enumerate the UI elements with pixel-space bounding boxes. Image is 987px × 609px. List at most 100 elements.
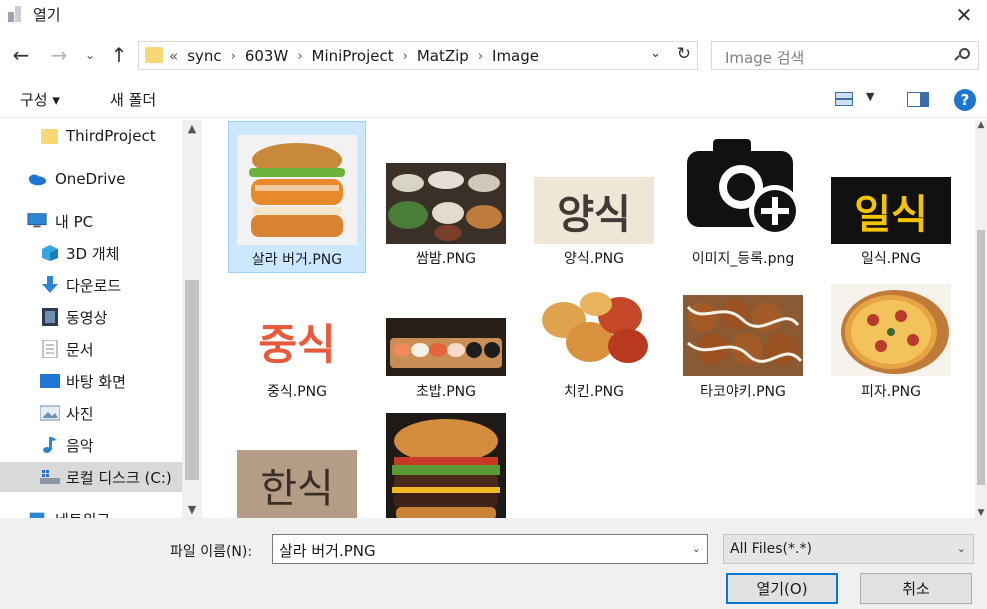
sidebar-item-documents[interactable]: 문서 bbox=[0, 334, 182, 364]
beef-burger-thumbnail bbox=[386, 413, 506, 518]
new-folder-button[interactable]: 새 폴더 bbox=[110, 89, 156, 110]
sidebar-item-label: 문서 bbox=[66, 340, 94, 359]
help-icon[interactable]: ? bbox=[954, 89, 976, 111]
sidebar-item-label: 다운로드 bbox=[66, 276, 122, 295]
scroll-thumb[interactable] bbox=[977, 230, 985, 485]
file-type-select[interactable]: All Files(*.*) ⌄ bbox=[723, 534, 974, 564]
korean-table-thumbnail bbox=[386, 163, 506, 244]
file-item[interactable]: 살라 버거.PNG bbox=[228, 121, 366, 273]
file-type-value: All Files(*.*) bbox=[730, 541, 812, 557]
file-item[interactable]: 한식 bbox=[228, 410, 366, 518]
forward-button[interactable]: → bbox=[46, 42, 72, 68]
sidebar-item-local-disk[interactable]: 로컬 디스크 (C:) bbox=[0, 462, 182, 492]
sidebar-item-pictures[interactable]: 사진 bbox=[0, 398, 182, 428]
sidebar-item-videos[interactable]: 동영상 bbox=[0, 302, 182, 332]
file-item[interactable]: 중식 중식.PNG bbox=[228, 277, 366, 429]
chevron-right-icon[interactable]: › bbox=[403, 49, 408, 64]
chevron-right-icon[interactable]: › bbox=[478, 49, 483, 64]
up-button[interactable]: ↑ bbox=[106, 42, 132, 68]
file-name: 쌈밤.PNG bbox=[416, 251, 476, 267]
folder-icon bbox=[41, 129, 58, 144]
sidebar-item-desktop[interactable]: 바탕 화면 bbox=[0, 366, 182, 396]
command-bar: 구성 ▾ 새 폴더 ▼ ? bbox=[0, 80, 987, 118]
chevron-down-icon[interactable]: ⌄ bbox=[957, 542, 966, 555]
desktop-icon bbox=[40, 374, 60, 388]
search-icon[interactable] bbox=[954, 48, 970, 64]
sidebar-item-label: 동영상 bbox=[66, 308, 108, 327]
sidebar-item-label: 바탕 화면 bbox=[66, 372, 126, 391]
breadcrumb-item[interactable]: MatZip bbox=[417, 47, 469, 65]
sidebar-item-label: 사진 bbox=[66, 404, 94, 423]
file-item[interactable]: 피자.PNG bbox=[822, 277, 960, 429]
dialog-footer: 파일 이름(N): 살라 버거.PNG ⌄ All Files(*.*) ⌄ 열… bbox=[0, 518, 987, 609]
breadcrumb-item[interactable]: sync bbox=[187, 47, 221, 65]
recent-locations-button[interactable]: ⌄ bbox=[82, 42, 98, 68]
sidebar-item-label: 내 PC bbox=[55, 212, 94, 231]
chicken-thumbnail bbox=[534, 280, 654, 376]
sidebar-item-mypc[interactable]: 내 PC bbox=[0, 206, 182, 236]
sidebar-item-label: 네트워크 bbox=[55, 509, 110, 519]
folder-icon bbox=[145, 47, 163, 63]
chevron-down-icon[interactable]: ⌄ bbox=[692, 542, 701, 555]
takoyaki-thumbnail bbox=[683, 295, 803, 376]
breadcrumb-item[interactable]: 603W bbox=[245, 47, 288, 65]
view-mode-dropdown[interactable]: ▼ bbox=[866, 90, 874, 103]
app-icon bbox=[8, 6, 28, 22]
sidebar-item-thirdproject[interactable]: ThirdProject bbox=[0, 121, 182, 151]
breadcrumb-item[interactable]: MiniProject bbox=[312, 47, 394, 65]
camera-plus-icon bbox=[683, 125, 803, 244]
pc-icon bbox=[27, 213, 47, 228]
window-title: 열기 bbox=[33, 6, 61, 24]
network-icon bbox=[29, 512, 45, 518]
sidebar-item-label: 로컬 디스크 (C:) bbox=[66, 468, 172, 487]
file-item[interactable]: 일식 일식.PNG bbox=[822, 121, 960, 273]
sidebar-item-downloads[interactable]: 다운로드 bbox=[0, 270, 182, 300]
organize-button[interactable]: 구성 ▾ bbox=[20, 89, 60, 110]
chevron-right-icon[interactable]: › bbox=[297, 49, 302, 64]
file-item[interactable]: 치킨.PNG bbox=[525, 277, 663, 429]
search-placeholder: Image 검색 bbox=[725, 49, 805, 67]
address-row: ← → ⌄ ↑ « sync › 603W › MiniProject › Ma… bbox=[0, 38, 987, 72]
hansik-thumbnail: 한식 bbox=[237, 450, 357, 518]
scroll-thumb[interactable] bbox=[185, 280, 199, 480]
refresh-icon[interactable]: ↻ bbox=[677, 44, 691, 64]
file-name: 양식.PNG bbox=[564, 251, 624, 267]
file-name: 살라 버거.PNG bbox=[251, 252, 343, 268]
breadcrumb-overflow[interactable]: « bbox=[169, 47, 178, 65]
file-item[interactable]: 초밥.PNG bbox=[377, 277, 515, 429]
close-button[interactable]: ✕ bbox=[941, 0, 987, 30]
scroll-up-arrow[interactable]: ▲ bbox=[182, 122, 202, 135]
title-bar: 열기 ✕ bbox=[0, 0, 987, 30]
sidebar-item-network[interactable]: 네트워크 bbox=[0, 504, 182, 518]
back-button[interactable]: ← bbox=[8, 42, 34, 68]
navigation-scrollbar[interactable]: ▲ ▼ bbox=[182, 120, 202, 518]
ilsik-thumbnail: 일식 bbox=[831, 177, 951, 244]
address-history-dropdown[interactable]: ⌄ bbox=[650, 46, 661, 61]
document-icon bbox=[42, 340, 58, 358]
view-mode-icon[interactable] bbox=[835, 92, 853, 106]
video-icon bbox=[42, 308, 58, 326]
file-item[interactable]: 양식 양식.PNG bbox=[525, 121, 663, 273]
sidebar-item-label: 음악 bbox=[66, 436, 94, 455]
address-bar[interactable]: « sync › 603W › MiniProject › MatZip › I… bbox=[138, 41, 698, 70]
sidebar-item-music[interactable]: 음악 bbox=[0, 430, 182, 460]
breadcrumb-item[interactable]: Image bbox=[492, 47, 539, 65]
file-item[interactable] bbox=[377, 410, 515, 518]
scroll-down-arrow[interactable]: ▼ bbox=[975, 508, 987, 518]
sidebar-item-label: OneDrive bbox=[55, 170, 126, 188]
preview-pane-icon[interactable] bbox=[907, 92, 929, 107]
file-list-scrollbar[interactable]: ▲ ▼ bbox=[975, 120, 987, 518]
file-item[interactable]: 이미지_등록.png bbox=[674, 121, 812, 273]
chevron-right-icon[interactable]: › bbox=[231, 49, 236, 64]
scroll-up-arrow[interactable]: ▲ bbox=[975, 120, 987, 130]
file-item[interactable]: 쌈밤.PNG bbox=[377, 121, 515, 273]
open-button[interactable]: 열기(O) bbox=[726, 573, 838, 604]
file-item[interactable]: 타코야키.PNG bbox=[674, 277, 812, 429]
burger-thumbnail bbox=[237, 135, 357, 245]
cancel-button[interactable]: 취소 bbox=[860, 573, 972, 604]
sidebar-item-3d-objects[interactable]: 3D 개체 bbox=[0, 238, 182, 268]
scroll-down-arrow[interactable]: ▼ bbox=[182, 503, 202, 516]
search-input[interactable]: Image 검색 bbox=[711, 41, 979, 70]
sidebar-item-onedrive[interactable]: OneDrive bbox=[0, 164, 182, 194]
file-name-input[interactable]: 살라 버거.PNG ⌄ bbox=[272, 534, 708, 564]
